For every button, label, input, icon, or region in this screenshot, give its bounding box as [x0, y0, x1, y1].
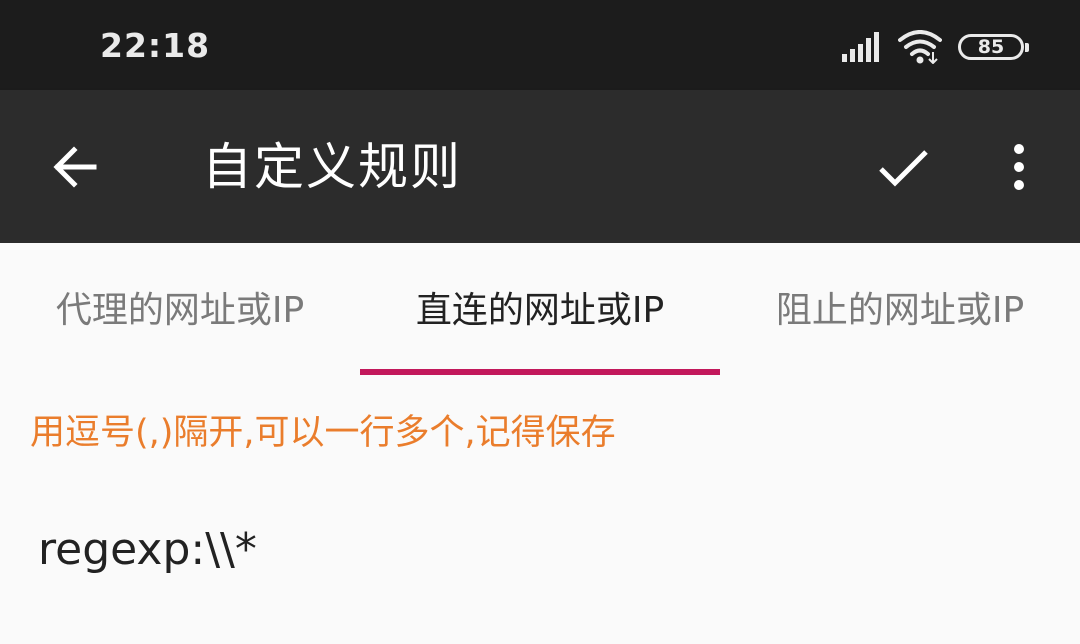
save-button[interactable] [872, 136, 934, 198]
checkmark-icon [879, 150, 928, 187]
hint-text: 用逗号(,)隔开,可以一行多个,记得保存 [30, 413, 616, 453]
tab-direct[interactable]: 直连的网址或IP [360, 243, 720, 375]
wifi-icon [898, 30, 942, 64]
back-arrow-icon [53, 146, 97, 188]
tab-indicator [360, 369, 720, 375]
rules-input[interactable]: regexp:\\* [38, 520, 1038, 584]
tab-proxy[interactable]: 代理的网址或IP [0, 243, 360, 375]
tab-bar: 代理的网址或IP 直连的网址或IP 阻止的网址或IP [0, 243, 1080, 375]
app-bar: 自定义规则 [0, 90, 1080, 243]
battery-icon: 85 [958, 34, 1029, 60]
status-bar: 22:18 85 [0, 0, 1080, 90]
status-time: 22:18 [100, 26, 211, 65]
overflow-menu-button[interactable] [994, 136, 1044, 198]
overflow-menu-icon [1014, 144, 1024, 190]
signal-icon [842, 32, 879, 62]
back-button[interactable] [46, 136, 108, 198]
tab-block[interactable]: 阻止的网址或IP [720, 243, 1080, 375]
page-title: 自定义规则 [202, 138, 462, 196]
